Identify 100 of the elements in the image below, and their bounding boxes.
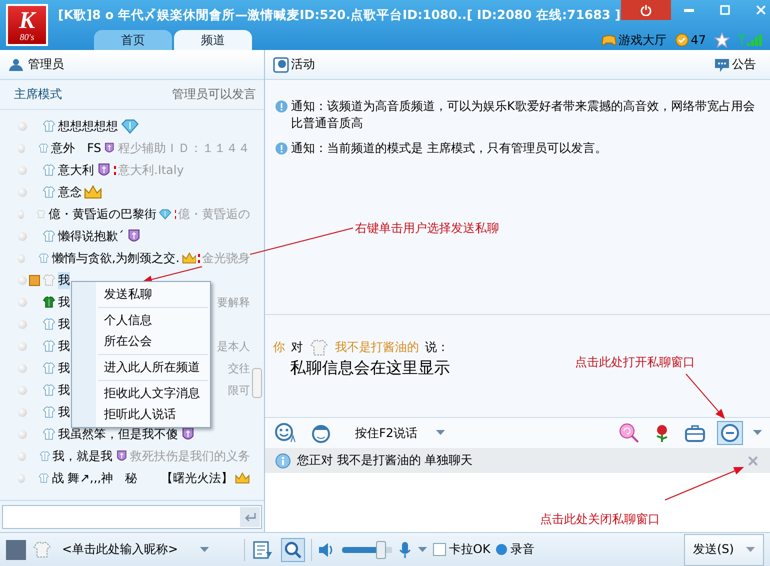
window-title: [K歌]8 o 年代〆娱楽休閒會所—激情喊麦ID:520.点歌平台ID:1080..[ ID:2080 在线:71683 ]	[58, 6, 621, 24]
user-name[interactable]: 億・黄昏逅の巴黎街	[48, 206, 156, 222]
enter-button[interactable]	[240, 506, 260, 526]
shield-badge-icon	[126, 228, 142, 244]
status-dot	[18, 474, 26, 482]
user-name[interactable]: 懒得说抱歉ˊ	[58, 228, 124, 244]
notice-text: 通知：该频道为高音质频道，可以为娱乐K歌爱好者带来震撼的高音效，网络带宽占用会比普通音质高	[291, 98, 756, 132]
caret-icon[interactable]	[418, 546, 427, 552]
user-name[interactable]: 懒惰与贪欲,为刎颈之交.	[52, 250, 180, 266]
user-name[interactable]: 想想想想想	[58, 118, 118, 134]
user-name[interactable]: 我	[58, 338, 70, 354]
panel-title: 活动	[291, 56, 315, 73]
user-signature: 是本人	[217, 338, 250, 354]
status-dot	[18, 452, 26, 460]
status-dot	[18, 166, 27, 174]
user-signature: 救死扶伤是我们的义务	[130, 448, 250, 464]
close-icon	[754, 4, 767, 16]
user-signature: 交往	[228, 360, 250, 376]
karaoke-checkbox[interactable]: 卡拉OK	[433, 541, 490, 558]
info-icon	[275, 142, 288, 155]
microphone-icon[interactable]	[398, 540, 412, 558]
user-name[interactable]: 战 舞↗,,,神 秘 【曙光火法】	[52, 470, 234, 486]
info-icon	[275, 100, 288, 113]
annotation-text: 点击此处打开私聊窗口	[575, 354, 695, 371]
menu-item[interactable]: 个人信息	[98, 310, 208, 331]
user-name[interactable]: 我虽然笨，但是我不傻	[58, 426, 178, 442]
star-icon[interactable]	[714, 32, 730, 48]
user-signature: 限可	[228, 382, 250, 398]
avatar-placeholder[interactable]	[6, 540, 26, 560]
user-signature: 億・黄昏逅の	[178, 206, 250, 222]
tab[interactable]: 频道	[174, 30, 252, 50]
close-icon	[748, 456, 758, 466]
enter-icon	[244, 512, 256, 522]
caret-icon[interactable]	[753, 430, 762, 436]
signal-icon	[738, 33, 764, 47]
tab[interactable]: 首页	[94, 30, 172, 50]
status-dot	[18, 386, 27, 394]
minimize-icon	[684, 8, 694, 12]
caret-icon	[436, 430, 445, 436]
close-button[interactable]	[746, 454, 760, 468]
chat-input-field[interactable]	[2, 504, 262, 528]
chat-text: 对	[291, 339, 303, 356]
user-name[interactable]: 意大利	[58, 162, 94, 178]
sender-name: 你	[273, 339, 285, 356]
user-name[interactable]: 我	[58, 272, 70, 288]
user-name[interactable]: 我	[58, 294, 70, 310]
emoji-icon	[275, 423, 297, 443]
game-hall-label[interactable]: 游戏大厅	[618, 32, 667, 48]
power-icon	[640, 4, 652, 16]
notice-text: 通知：当前频道的模式是 主席模式，只有管理员可以发言。	[291, 140, 607, 157]
user-name[interactable]: 我	[58, 382, 70, 398]
chat-bubble-icon	[719, 423, 741, 443]
menu-item[interactable]: 所在公会	[98, 331, 208, 352]
menu-item[interactable]: 拒听此人说话	[98, 404, 208, 425]
mode-note: 管理员可以发言	[172, 86, 256, 103]
crown-badge-icon	[235, 470, 250, 486]
private-chat-notice: 您正对 我不是打酱油的 单独聊天	[297, 452, 473, 469]
send-button[interactable]: 发送(S)	[684, 534, 764, 566]
menu-item[interactable]: 拒收此人文字消息	[98, 383, 208, 404]
status-dot	[18, 364, 27, 372]
status-dot	[18, 144, 26, 152]
private-chat-button[interactable]	[717, 421, 743, 445]
nickname-dropdown[interactable]: <单击此处输入昵称>	[58, 541, 238, 558]
status-dot	[18, 122, 27, 130]
list-button[interactable]	[251, 538, 275, 560]
people-icon	[8, 58, 24, 72]
status-dot	[18, 342, 27, 350]
scrollbar-thumb[interactable]	[252, 368, 262, 398]
user-name[interactable]: 我	[58, 360, 70, 376]
diamond-badge-icon	[120, 118, 140, 134]
status-dot	[18, 298, 27, 306]
status-dot	[18, 210, 24, 218]
user-name[interactable]: 我	[58, 404, 70, 420]
record-button[interactable]: 录音	[496, 541, 534, 558]
annotation-text: 点击此处关闭私聊窗口	[540, 511, 660, 528]
status-dot	[18, 320, 27, 328]
status-dot	[18, 188, 27, 196]
coin-count: 47	[690, 33, 706, 47]
search-button[interactable]	[281, 538, 305, 562]
lollipop-button[interactable]	[617, 421, 641, 445]
list-icon	[253, 540, 273, 558]
user-name[interactable]: 我，就是我	[52, 448, 113, 464]
status-dot	[18, 430, 27, 438]
annotation-text: 右键单击用户选择发送私聊	[355, 220, 499, 237]
user-name[interactable]: 我	[58, 316, 70, 332]
user-name[interactable]: 意外 FS	[50, 140, 102, 156]
menu-item[interactable]: 进入此人所在频道	[98, 357, 208, 378]
menu-item[interactable]: 发送私聊	[98, 284, 208, 305]
maximize-icon	[718, 4, 731, 16]
power-button[interactable]	[620, 0, 671, 20]
user-name[interactable]: 意念	[58, 184, 82, 200]
chat-input-field[interactable]	[265, 473, 770, 532]
slider-thumb[interactable]	[376, 540, 386, 558]
notice-button[interactable]: 公告	[708, 55, 762, 74]
private-message: 私聊信息会在这里显示	[290, 358, 450, 379]
talk-mode-dropdown[interactable]: 按住F2说话	[349, 424, 451, 442]
caret-icon	[200, 546, 210, 552]
crown-badge-icon	[182, 250, 196, 266]
shirt-icon	[309, 339, 329, 356]
crown-badge-icon	[84, 184, 102, 200]
